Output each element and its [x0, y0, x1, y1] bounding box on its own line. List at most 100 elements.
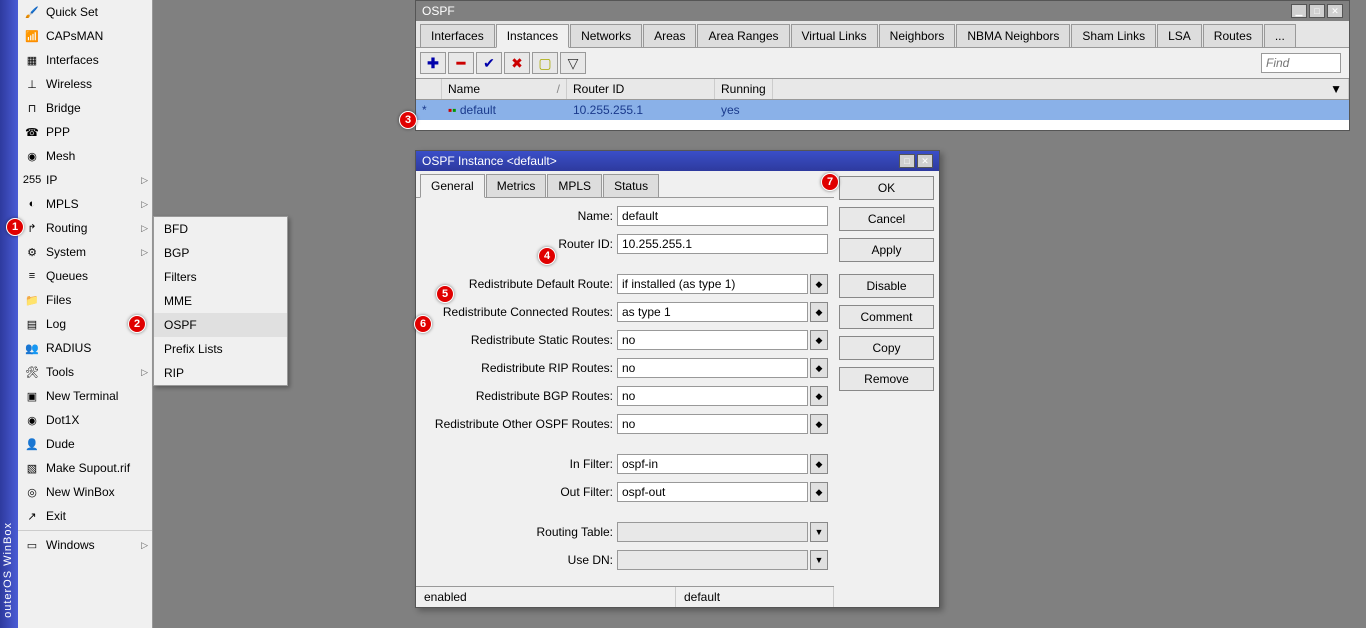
minimize-button[interactable]: ▁: [1291, 4, 1307, 18]
menu-label: MPLS: [46, 197, 79, 211]
dropdown-redist-rip[interactable]: ◆: [810, 358, 828, 378]
col-running[interactable]: Running: [715, 79, 773, 99]
close-button[interactable]: ✕: [1327, 4, 1343, 18]
dialog-close-button[interactable]: ✕: [917, 154, 933, 168]
tab-interfaces[interactable]: Interfaces: [420, 24, 495, 47]
dropdown-redist-default[interactable]: ◆: [810, 274, 828, 294]
tab-lsa[interactable]: LSA: [1157, 24, 1202, 47]
callout-2: 2: [128, 315, 146, 333]
copy-button[interactable]: Copy: [839, 336, 934, 360]
menu-item-queues[interactable]: ≡Queues: [18, 264, 152, 288]
dropdown-out-filter[interactable]: ◆: [810, 482, 828, 502]
input-name[interactable]: [617, 206, 828, 226]
dropdown-redist-other[interactable]: ◆: [810, 414, 828, 434]
menu-item-ppp[interactable]: ☎PPP: [18, 120, 152, 144]
select-redist-other[interactable]: [617, 414, 808, 434]
select-redist-default[interactable]: [617, 274, 808, 294]
apply-button[interactable]: Apply: [839, 238, 934, 262]
comment-button[interactable]: ▢: [532, 52, 558, 74]
submenu-item-ospf[interactable]: OSPF: [154, 313, 287, 337]
menu-item-files[interactable]: 📁Files: [18, 288, 152, 312]
instance-row-default[interactable]: * ▪▪ default 10.255.255.1 yes: [416, 100, 1349, 120]
dialog-tab-metrics[interactable]: Metrics: [486, 174, 547, 197]
ospf-title-bar[interactable]: OSPF ▁ □ ✕: [416, 1, 1349, 21]
menu-item-system[interactable]: ⚙System▷: [18, 240, 152, 264]
dialog-tab-mpls[interactable]: MPLS: [547, 174, 602, 197]
submenu-item-filters[interactable]: Filters: [154, 265, 287, 289]
tab-instances[interactable]: Instances: [496, 24, 569, 48]
menu-item-dude[interactable]: 👤Dude: [18, 432, 152, 456]
cancel-button[interactable]: Cancel: [839, 207, 934, 231]
select-redist-bgp[interactable]: [617, 386, 808, 406]
menu-item-radius[interactable]: 👥RADIUS: [18, 336, 152, 360]
mpls-icon: ◐: [24, 196, 40, 212]
remove-button[interactable]: ━: [448, 52, 474, 74]
select-use-dn[interactable]: [617, 550, 808, 570]
dropdown-use-dn[interactable]: ▼: [810, 550, 828, 570]
dropdown-redist-static[interactable]: ◆: [810, 330, 828, 350]
menu-label: Exit: [46, 509, 66, 523]
select-routing-table[interactable]: [617, 522, 808, 542]
col-dropdown[interactable]: ▼: [773, 79, 1349, 99]
select-redist-rip[interactable]: [617, 358, 808, 378]
submenu-item-bfd[interactable]: BFD: [154, 217, 287, 241]
dropdown-redist-connected[interactable]: ◆: [810, 302, 828, 322]
col-router-id[interactable]: Router ID: [567, 79, 715, 99]
menu-item-mesh[interactable]: ◉Mesh: [18, 144, 152, 168]
disable-button[interactable]: ✖: [504, 52, 530, 74]
comment-button[interactable]: Comment: [839, 305, 934, 329]
menu-item-routing[interactable]: ↱Routing▷: [18, 216, 152, 240]
dropdown-in-filter[interactable]: ◆: [810, 454, 828, 474]
menu-item-mpls[interactable]: ◐MPLS▷: [18, 192, 152, 216]
dropdown-redist-bgp[interactable]: ◆: [810, 386, 828, 406]
menu-item-interfaces[interactable]: ▦Interfaces: [18, 48, 152, 72]
select-redist-static[interactable]: [617, 330, 808, 350]
select-out-filter[interactable]: [617, 482, 808, 502]
tab-routes[interactable]: Routes: [1203, 24, 1263, 47]
select-in-filter[interactable]: [617, 454, 808, 474]
tab-neighbors[interactable]: Neighbors: [879, 24, 956, 47]
menu-item-tools[interactable]: 🛠Tools▷: [18, 360, 152, 384]
filter-button[interactable]: ▽: [560, 52, 586, 74]
menu-item-new-winbox[interactable]: ◎New WinBox: [18, 480, 152, 504]
tab-area-ranges[interactable]: Area Ranges: [697, 24, 789, 47]
submenu-item-bgp[interactable]: BGP: [154, 241, 287, 265]
col-flag[interactable]: [416, 79, 442, 99]
add-button[interactable]: ✚: [420, 52, 446, 74]
disable-button[interactable]: Disable: [839, 274, 934, 298]
menu-windows[interactable]: ▭ Windows ▷: [18, 533, 152, 557]
tab-areas[interactable]: Areas: [643, 24, 696, 47]
menu-item-quick-set[interactable]: 🖌️Quick Set: [18, 0, 152, 24]
tab-sham-links[interactable]: Sham Links: [1071, 24, 1156, 47]
menu-item-dot1x[interactable]: ◉Dot1X: [18, 408, 152, 432]
tab-virtual-links[interactable]: Virtual Links: [791, 24, 878, 47]
menu-item-bridge[interactable]: ⊓Bridge: [18, 96, 152, 120]
enable-button[interactable]: ✔: [476, 52, 502, 74]
maximize-button[interactable]: □: [1309, 4, 1325, 18]
menu-item-ip[interactable]: 255IP▷: [18, 168, 152, 192]
dialog-maximize-button[interactable]: □: [899, 154, 915, 168]
menu-item-make-supout.rif[interactable]: ▧Make Supout.rif: [18, 456, 152, 480]
tab-...[interactable]: ...: [1264, 24, 1296, 47]
menu-label: Log: [46, 317, 66, 331]
remove-button[interactable]: Remove: [839, 367, 934, 391]
submenu-item-mme[interactable]: MME: [154, 289, 287, 313]
tab-nbma-neighbors[interactable]: NBMA Neighbors: [956, 24, 1070, 47]
tab-networks[interactable]: Networks: [570, 24, 642, 47]
menu-item-new-terminal[interactable]: ▣New Terminal: [18, 384, 152, 408]
dialog-tab-status[interactable]: Status: [603, 174, 659, 197]
select-redist-connected[interactable]: [617, 302, 808, 322]
col-name[interactable]: Name/: [442, 79, 567, 99]
menu-item-wireless[interactable]: ⊥Wireless: [18, 72, 152, 96]
menu-label: Quick Set: [46, 5, 98, 19]
menu-item-exit[interactable]: ↗Exit: [18, 504, 152, 528]
input-router-id[interactable]: [617, 234, 828, 254]
dropdown-routing-table[interactable]: ▼: [810, 522, 828, 542]
find-input[interactable]: [1261, 53, 1341, 73]
submenu-item-rip[interactable]: RIP: [154, 361, 287, 385]
submenu-item-prefix-lists[interactable]: Prefix Lists: [154, 337, 287, 361]
menu-item-capsman[interactable]: 📶CAPsMAN: [18, 24, 152, 48]
ok-button[interactable]: OK: [839, 176, 934, 200]
dialog-tab-general[interactable]: General: [420, 174, 485, 198]
instance-dialog-title-bar[interactable]: OSPF Instance <default> □ ✕: [416, 151, 939, 171]
